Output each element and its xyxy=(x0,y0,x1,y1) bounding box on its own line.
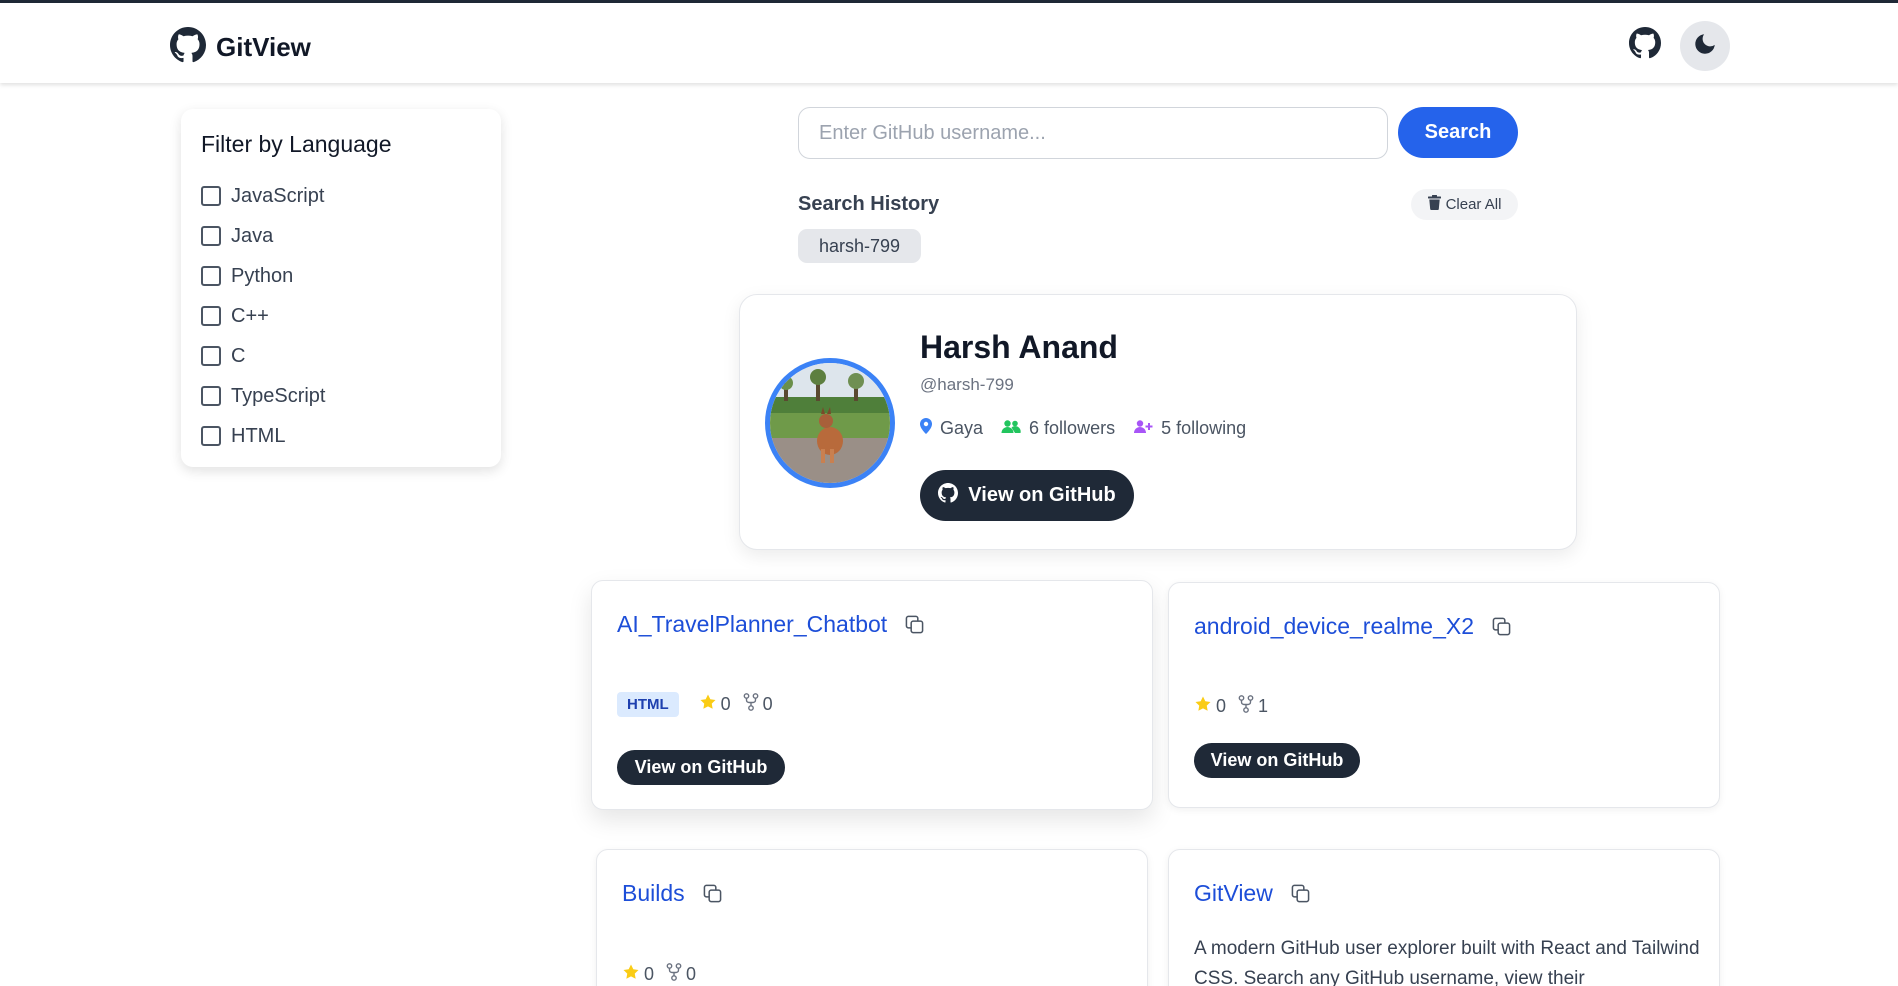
repo-name-link[interactable]: AI_TravelPlanner_Chatbot xyxy=(617,611,887,638)
github-link-icon[interactable] xyxy=(1629,27,1661,64)
stars-count: 0 xyxy=(1216,696,1227,716)
copy-icon[interactable] xyxy=(703,884,722,903)
repo-name-link[interactable]: android_device_realme_X2 xyxy=(1194,613,1474,640)
profile-location: Gaya xyxy=(940,418,984,438)
repo-description: A modern GitHub user explorer built with… xyxy=(1194,938,1700,986)
repo-card: GitView A modern GitHub user explorer bu… xyxy=(1168,849,1720,986)
navbar: GitView xyxy=(0,3,1898,83)
filter-option-java[interactable]: Java xyxy=(201,216,481,256)
history-item[interactable]: harsh-799 xyxy=(798,229,921,263)
filter-option-label: Java xyxy=(231,224,274,247)
filter-option-typescript[interactable]: TypeScript xyxy=(201,376,481,416)
search-input[interactable] xyxy=(798,107,1388,159)
language-filter-panel: Filter by Language JavaScript Java Pytho… xyxy=(181,109,501,467)
users-icon xyxy=(1001,418,1021,439)
checkbox[interactable] xyxy=(201,266,221,286)
star-icon xyxy=(622,963,640,986)
forks-stat: 0 xyxy=(743,693,773,716)
filter-option-html[interactable]: HTML xyxy=(201,416,481,456)
forks-count: 0 xyxy=(762,694,773,714)
language-badge: HTML xyxy=(617,692,679,717)
github-icon xyxy=(938,482,959,509)
filter-option-label: TypeScript xyxy=(231,384,326,407)
stars-count: 0 xyxy=(720,694,731,714)
repo-card: Builds 0 0 xyxy=(596,849,1148,986)
filter-title: Filter by Language xyxy=(201,131,392,157)
repo-stats: 0 1 xyxy=(1194,695,1268,718)
checkbox[interactable] xyxy=(201,426,221,446)
following-count: 5 following xyxy=(1161,418,1247,438)
profile-name: Harsh Anand xyxy=(920,329,1118,365)
repo-card: android_device_realme_X2 0 1 View on Git… xyxy=(1168,582,1720,808)
star-icon xyxy=(1194,695,1212,718)
location-item: Gaya xyxy=(920,418,983,439)
stars-count: 0 xyxy=(644,964,655,984)
forks-count: 0 xyxy=(686,964,697,984)
view-on-github-label: View on GitHub xyxy=(968,484,1116,506)
star-icon xyxy=(699,693,717,716)
checkbox[interactable] xyxy=(201,386,221,406)
copy-icon[interactable] xyxy=(1291,884,1310,903)
followers-count: 6 followers xyxy=(1029,418,1116,438)
filter-option-label: C++ xyxy=(231,304,269,327)
view-profile-on-github-button[interactable]: View on GitHub xyxy=(920,470,1134,521)
stars-stat: 0 xyxy=(1194,695,1226,718)
repo-title-row: Builds xyxy=(622,880,722,907)
followers-item[interactable]: 6 followers xyxy=(1001,418,1115,439)
repo-title-row: GitView xyxy=(1194,880,1310,907)
user-plus-icon xyxy=(1133,418,1153,439)
fork-icon xyxy=(743,693,759,716)
moon-icon xyxy=(1692,31,1718,62)
fork-icon xyxy=(1238,695,1254,718)
avatar xyxy=(765,358,895,488)
view-repo-on-github-button[interactable]: View on GitHub xyxy=(617,750,785,785)
checkbox[interactable] xyxy=(201,306,221,326)
trash-icon xyxy=(1427,195,1441,214)
repo-card: AI_TravelPlanner_Chatbot HTML 0 0 View o… xyxy=(591,580,1153,810)
checkbox[interactable] xyxy=(201,186,221,206)
copy-icon[interactable] xyxy=(1492,617,1511,636)
search-button[interactable]: Search xyxy=(1398,107,1518,158)
brand[interactable]: GitView xyxy=(170,27,311,68)
github-logo-icon xyxy=(170,27,206,68)
fork-icon xyxy=(666,963,682,986)
following-item[interactable]: 5 following xyxy=(1133,418,1246,439)
profile-card: Harsh Anand @harsh-799 Gaya 6 followers … xyxy=(739,294,1577,550)
profile-username: @harsh-799 xyxy=(920,375,1014,394)
checkbox[interactable] xyxy=(201,226,221,246)
repo-name-link[interactable]: Builds xyxy=(622,880,685,907)
stars-stat: 0 xyxy=(699,693,731,716)
stars-stat: 0 xyxy=(622,963,654,986)
checkbox[interactable] xyxy=(201,346,221,366)
clear-history-button[interactable]: Clear All xyxy=(1411,189,1518,220)
filter-option-label: Python xyxy=(231,264,294,287)
profile-meta: Gaya 6 followers 5 following xyxy=(920,418,1264,439)
filter-option-label: C xyxy=(231,344,246,367)
view-repo-on-github-button[interactable]: View on GitHub xyxy=(1194,743,1360,778)
app-title: GitView xyxy=(216,32,311,62)
forks-stat: 1 xyxy=(1238,695,1268,718)
filter-option-python[interactable]: Python xyxy=(201,256,481,296)
theme-toggle-button[interactable] xyxy=(1680,21,1730,71)
filter-option-cpp[interactable]: C++ xyxy=(201,296,481,336)
forks-count: 1 xyxy=(1258,696,1269,716)
copy-icon[interactable] xyxy=(905,615,924,634)
filter-option-label: HTML xyxy=(231,424,286,447)
search-history-title: Search History xyxy=(798,193,940,215)
repo-stats: HTML 0 0 xyxy=(617,692,773,717)
repo-title-row: android_device_realme_X2 xyxy=(1194,613,1511,640)
filter-option-label: JavaScript xyxy=(231,184,325,207)
repo-stats: 0 0 xyxy=(622,963,696,986)
forks-stat: 0 xyxy=(666,963,696,986)
repo-title-row: AI_TravelPlanner_Chatbot xyxy=(617,611,924,638)
location-pin-icon xyxy=(920,418,932,439)
filter-option-c[interactable]: C xyxy=(201,336,481,376)
repo-name-link[interactable]: GitView xyxy=(1194,880,1273,907)
filter-option-javascript[interactable]: JavaScript xyxy=(201,176,481,216)
clear-history-label: Clear All xyxy=(1445,196,1502,213)
